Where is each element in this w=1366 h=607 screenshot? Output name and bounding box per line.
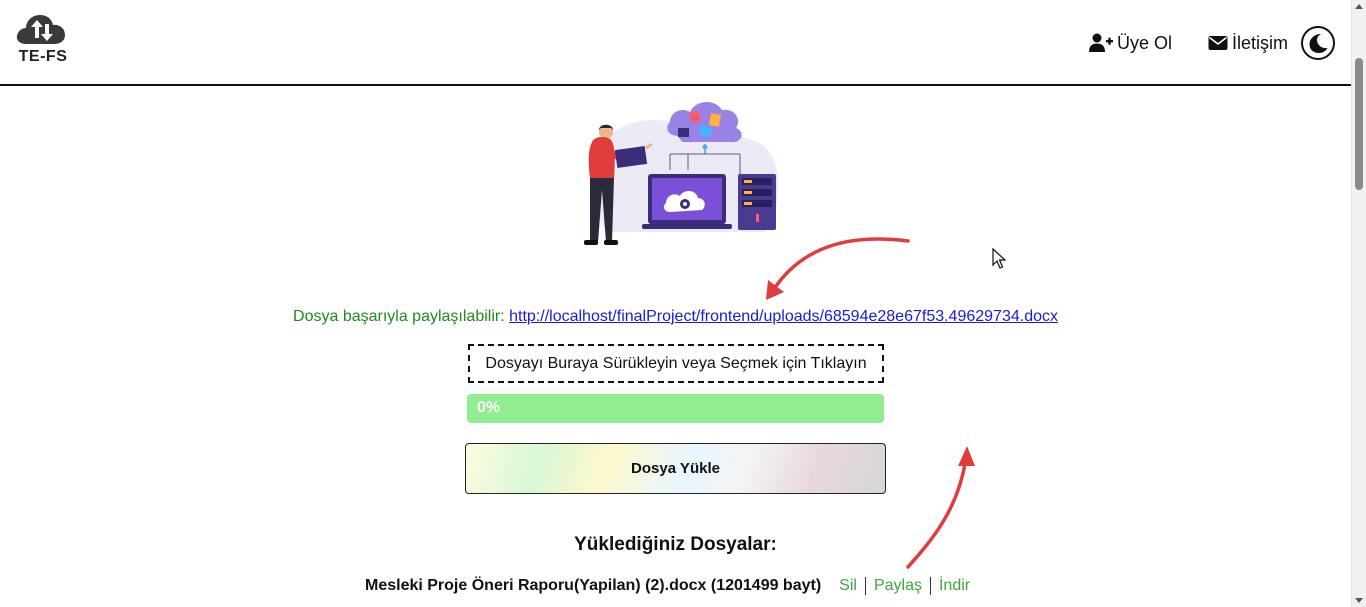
share-file-button[interactable]: Paylaş [866,577,930,595]
upload-button-label: Dosya Yükle [631,460,720,477]
page-scrollbar[interactable] [1351,0,1366,607]
logo-text: TE-FS [18,48,68,65]
scrollbar-thumb[interactable] [1355,58,1363,190]
signup-label: Üye Ol [1117,32,1173,53]
cloud-upload-download-icon [16,15,66,44]
scroll-down-arrow-icon[interactable] [1355,598,1363,603]
file-name: Mesleki Proje Öneri Raporu(Yapilan) (2).… [365,577,822,594]
download-file-button[interactable]: İndir [931,577,978,595]
user-plus-icon [1089,33,1113,52]
contact-label: İletişim [1232,32,1289,53]
progress-fill [467,394,884,423]
arrow-head-icon [958,446,975,466]
file-list-item: Mesleki Proje Öneri Raporu(Yapilan) (2).… [365,575,978,597]
hero-illustration [570,92,782,250]
share-url-link[interactable]: http://localhost/finalProject/frontend/u… [509,308,1058,325]
theme-toggle-button[interactable] [1301,26,1335,60]
drop-zone-label: Dosyayı Buraya Sürükleyin veya Seçmek iç… [485,354,867,372]
file-drop-zone[interactable]: Dosyayı Buraya Sürükleyin veya Seçmek iç… [468,344,884,383]
envelope-icon [1208,36,1228,50]
progress-text: 0% [477,399,501,416]
contact-link[interactable]: İletişim [1208,30,1288,56]
upload-file-button[interactable]: Dosya Yükle [465,443,886,494]
share-success-label: Dosya başarıyla paylaşılabilir: [293,308,505,325]
upload-progress-bar: 0% [467,394,884,423]
signup-link[interactable]: Üye Ol [1089,30,1172,56]
share-result-line: Dosya başarıyla paylaşılabilir: http://l… [0,308,1351,326]
site-logo[interactable]: TE-FS [14,12,70,68]
scroll-up-arrow-icon[interactable] [1355,4,1363,9]
cloud-computing-illustration [584,101,779,245]
page: TE-FS Üye Ol İletişim Dosya başarıyla pa… [0,0,1366,607]
moon-icon [1309,34,1328,53]
arrow-head-icon [766,280,784,300]
uploaded-files-heading: Yüklediğiniz Dosyalar: [574,534,777,555]
delete-file-button[interactable]: Sil [831,577,865,595]
top-nav-bar: TE-FS Üye Ol İletişim [0,0,1351,86]
mouse-cursor-icon [992,248,1006,269]
